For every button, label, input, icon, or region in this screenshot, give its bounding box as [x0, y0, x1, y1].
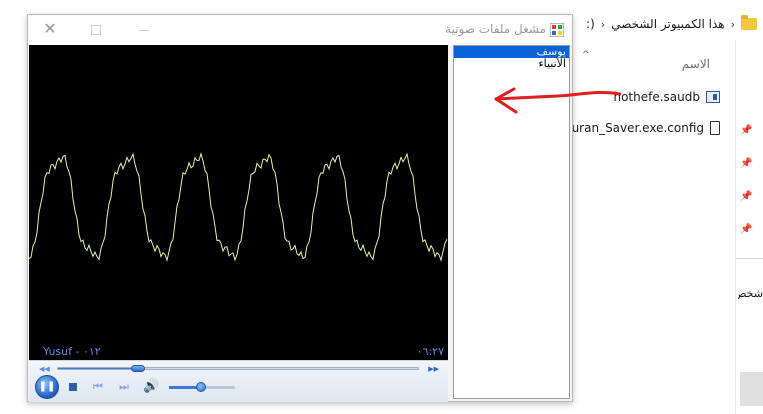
pane-divider [735, 40, 736, 414]
volume-icon[interactable]: 🔊 [143, 379, 159, 394]
explorer-address-bar[interactable]: (: › هذا الكمبيوتر الشخصي › [560, 6, 763, 42]
pin-icon[interactable]: 📌 [740, 225, 752, 235]
title-bar[interactable]: ✕ مشغل ملفات صوتية [28, 15, 572, 45]
fast-forward-icon[interactable]: ▶▶ [428, 365, 439, 373]
chevron-right-icon[interactable]: › [731, 18, 735, 31]
pause-button[interactable]: ❚❚ [35, 375, 59, 399]
close-button[interactable]: ✕ [40, 19, 60, 39]
column-header-name[interactable]: الاسم [640, 57, 710, 71]
nav-item-label[interactable]: شخص [738, 287, 763, 300]
database-file-icon [706, 91, 720, 103]
volume-thumb[interactable] [195, 382, 206, 392]
pin-icon[interactable]: 📌 [740, 126, 752, 136]
visualization-area[interactable]: Yusuf - ٠١٢ ٠٦:٢٧ [29, 45, 448, 360]
annotation-arrow [494, 87, 622, 114]
stop-button[interactable] [69, 383, 77, 391]
media-player-window: ✕ مشغل ملفات صوتية Yusuf - ٠١٢ ٠٦:٢٧ ◀◀ … [27, 14, 573, 402]
rewind-icon[interactable]: ◀◀ [39, 365, 50, 373]
sort-ascending-icon[interactable]: ^ [582, 50, 590, 60]
seek-progress [58, 368, 138, 369]
pin-icon[interactable]: 📌 [740, 159, 752, 169]
audio-waveform [29, 152, 448, 262]
breadcrumb-this-pc[interactable]: هذا الكمبيوتر الشخصي [611, 17, 724, 31]
next-button[interactable]: ⏭ [119, 380, 129, 394]
folder-icon [741, 15, 757, 30]
track-label: Yusuf - ٠١٢ [43, 345, 101, 358]
player-controls: ◀◀ ▶▶ ❚❚ ⏮ ⏭ 🔊 [29, 360, 448, 402]
nav-pane-separator [736, 258, 763, 259]
file-name: Quran_Saver.exe.config [562, 121, 704, 135]
quick-access-pins: 📌 📌 📌 📌 [740, 126, 754, 258]
annotation-arrow-shaft [494, 90, 622, 101]
file-row[interactable]: Quran_Saver.exe.config [560, 118, 720, 138]
annotation-arrow-head [494, 87, 518, 114]
volume-slider[interactable] [169, 382, 235, 392]
app-icon [550, 23, 564, 37]
time-label: ٠٦:٢٧ [416, 345, 444, 358]
seek-thumb[interactable] [130, 365, 145, 372]
chevron-right-icon[interactable]: › [601, 18, 605, 31]
scrollbar-thumb[interactable] [740, 372, 763, 406]
playlist-item[interactable]: الأنبياء [454, 58, 569, 70]
waveform-line [29, 152, 448, 262]
pin-icon[interactable]: 📌 [740, 192, 752, 202]
minimize-button[interactable] [139, 30, 149, 31]
breadcrumb-tail: (: [586, 17, 595, 31]
previous-button[interactable]: ⏮ [93, 380, 103, 394]
config-file-icon [710, 121, 720, 135]
seek-bar[interactable] [57, 365, 419, 372]
maximize-button[interactable] [91, 25, 101, 35]
window-title: مشغل ملفات صوتية [445, 22, 546, 36]
